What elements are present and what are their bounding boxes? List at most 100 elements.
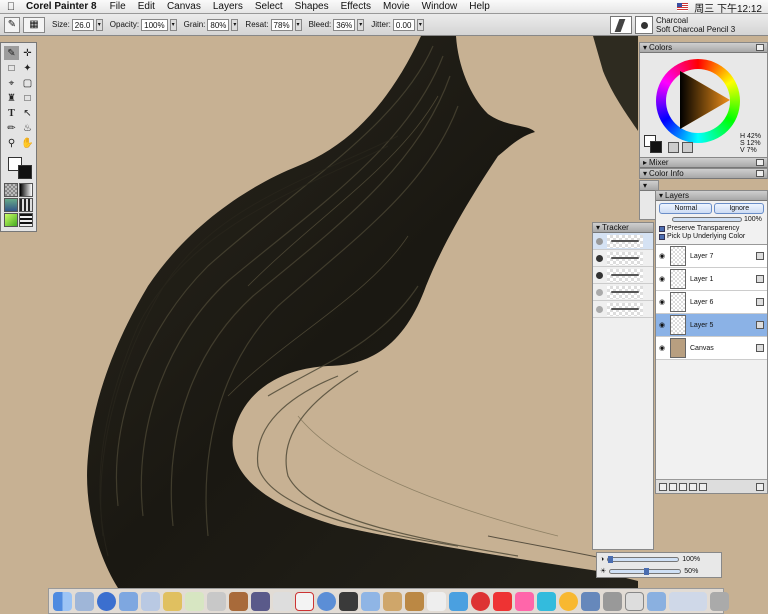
tracker-item[interactable] — [593, 267, 653, 284]
expand-triangle-icon[interactable]: ▸ — [643, 158, 647, 167]
iphoto-icon[interactable] — [361, 591, 380, 611]
visibility-eye-icon[interactable]: ◉ — [656, 298, 668, 306]
menu-help[interactable]: Help — [463, 1, 496, 12]
menu-select[interactable]: Select — [249, 1, 289, 12]
keyboard-icon[interactable] — [669, 591, 707, 611]
text-icon[interactable] — [163, 591, 182, 611]
painting-canvas[interactable] — [38, 36, 638, 588]
mail2-icon[interactable] — [273, 591, 292, 611]
menu-file[interactable]: File — [104, 1, 132, 12]
trash-icon[interactable] — [710, 591, 729, 611]
layer-opacity-slider[interactable] — [672, 217, 742, 222]
ie-icon[interactable] — [97, 591, 116, 611]
layer-row-layer-5[interactable]: ◉ Layer 5 — [656, 314, 767, 337]
colors-additional-swatch[interactable] — [650, 141, 662, 153]
shape-select-icon[interactable]: ↖ — [20, 106, 35, 120]
tracker-titlebar[interactable]: ▾ Tracker — [593, 223, 653, 233]
app7-icon[interactable] — [537, 591, 556, 611]
composite-method-select[interactable]: Normal — [659, 203, 713, 214]
painter-icon[interactable] — [383, 591, 402, 611]
mail-icon[interactable] — [75, 591, 94, 611]
magic-wand-icon[interactable]: ✦ — [20, 61, 35, 75]
app5-icon[interactable] — [493, 591, 512, 611]
us-flag-icon[interactable] — [677, 3, 689, 11]
jitter-stepper[interactable]: ▾ — [416, 18, 424, 31]
shape-tool-icon[interactable]: □ — [20, 91, 35, 105]
close-palette-icon[interactable] — [756, 159, 764, 166]
layer-adjuster-icon[interactable]: ✛ — [20, 46, 35, 60]
contrast-knob[interactable] — [608, 555, 614, 563]
search-icon[interactable] — [141, 591, 160, 611]
bleed-input[interactable]: 36% — [333, 18, 356, 31]
new-group-icon[interactable] — [699, 482, 707, 491]
preserve-transparency-checkbox[interactable] — [659, 226, 665, 232]
new-layer-icon[interactable] — [679, 482, 687, 491]
menu-effects[interactable]: Effects — [335, 1, 377, 12]
app6-icon[interactable] — [515, 591, 534, 611]
layer-commands-icon[interactable] — [659, 482, 667, 491]
tracker-item[interactable] — [593, 250, 653, 267]
app2-icon[interactable] — [427, 591, 446, 611]
transform-tool-icon[interactable]: ▢ — [20, 76, 35, 90]
collapse-triangle-icon[interactable]: ▾ — [643, 169, 647, 178]
ical-icon[interactable] — [295, 591, 314, 611]
size-input[interactable]: 26.0 — [71, 18, 94, 31]
brush-tool-icon[interactable]: ✎ — [4, 16, 20, 33]
preserve-transparency-row[interactable]: Preserve Transparency — [656, 225, 767, 233]
menu-movie[interactable]: Movie — [377, 1, 416, 12]
weaving-selector-icon[interactable] — [19, 198, 33, 212]
brush-variant-icon[interactable] — [635, 16, 653, 34]
menu-layers[interactable]: Layers — [207, 1, 249, 12]
color-swatches[interactable] — [4, 155, 33, 181]
dab-type-icon[interactable]: ▦ — [23, 16, 45, 33]
look-selector-icon[interactable] — [4, 213, 18, 227]
visibility-eye-icon[interactable]: ◉ — [656, 321, 668, 329]
menu-canvas[interactable]: Canvas — [161, 1, 207, 12]
collapse-triangle-icon[interactable]: ▾ — [659, 191, 663, 200]
pick-up-underlying-checkbox[interactable] — [659, 234, 665, 240]
rectangle-select-icon[interactable]: □ — [4, 61, 19, 75]
magnifier-icon[interactable]: ⚲ — [4, 136, 19, 150]
close-palette-icon[interactable] — [756, 170, 764, 177]
menu-shapes[interactable]: Shapes — [289, 1, 335, 12]
tracker-item[interactable] — [593, 233, 653, 250]
opacity-stepper[interactable]: ▾ — [169, 18, 177, 31]
brush-category-name[interactable]: Charcoal — [656, 16, 735, 25]
finder-icon[interactable] — [53, 591, 72, 611]
app9-icon[interactable] — [581, 591, 600, 611]
tracker-item[interactable] — [593, 284, 653, 301]
gradient-selector-icon[interactable] — [19, 183, 33, 197]
contrast-value[interactable]: 100% — [682, 556, 700, 563]
dvd-icon[interactable] — [339, 591, 358, 611]
movie-icon[interactable] — [251, 591, 270, 611]
disk-icon[interactable] — [207, 591, 226, 611]
text-tool-icon[interactable]: T — [4, 106, 19, 120]
layer-opacity-value[interactable]: 100% — [744, 216, 762, 223]
brush-category-icon[interactable] — [610, 16, 632, 34]
tracker-item[interactable] — [593, 301, 653, 318]
colors-palette-titlebar[interactable]: ▾ Colors — [640, 43, 767, 53]
layer-row-layer-1[interactable]: ◉ Layer 1 — [656, 268, 767, 291]
brightness-value[interactable]: 50% — [684, 568, 698, 575]
size-stepper[interactable]: ▾ — [95, 18, 103, 31]
menubar-clock[interactable]: 周三 下午12:12 — [694, 0, 762, 15]
music-icon[interactable] — [185, 591, 204, 611]
paper-selector-icon[interactable] — [4, 183, 18, 197]
mixer-titlebar[interactable]: ▸ Mixer — [640, 158, 767, 168]
layer-mask-icon[interactable] — [689, 482, 697, 491]
crop-tool-icon[interactable]: ⌖ — [4, 76, 19, 90]
visibility-eye-icon[interactable]: ◉ — [656, 252, 668, 260]
brush-tool-icon[interactable]: ✎ — [4, 46, 19, 60]
photo-icon[interactable] — [229, 591, 248, 611]
resat-stepper[interactable]: ▾ — [294, 18, 302, 31]
nozzle-selector-icon[interactable] — [19, 213, 33, 227]
menu-edit[interactable]: Edit — [132, 1, 161, 12]
apple-menu-icon[interactable]:  — [0, 1, 22, 13]
grain-input[interactable]: 80% — [207, 18, 230, 31]
app-icon[interactable] — [405, 591, 424, 611]
color-variability-icon[interactable] — [682, 142, 693, 153]
pattern-selector-icon[interactable] — [4, 198, 18, 212]
composite-depth-select[interactable]: Ignore — [714, 203, 764, 214]
clone-color-icon[interactable] — [668, 142, 679, 153]
layer-row-layer-6[interactable]: ◉ Layer 6 — [656, 291, 767, 314]
